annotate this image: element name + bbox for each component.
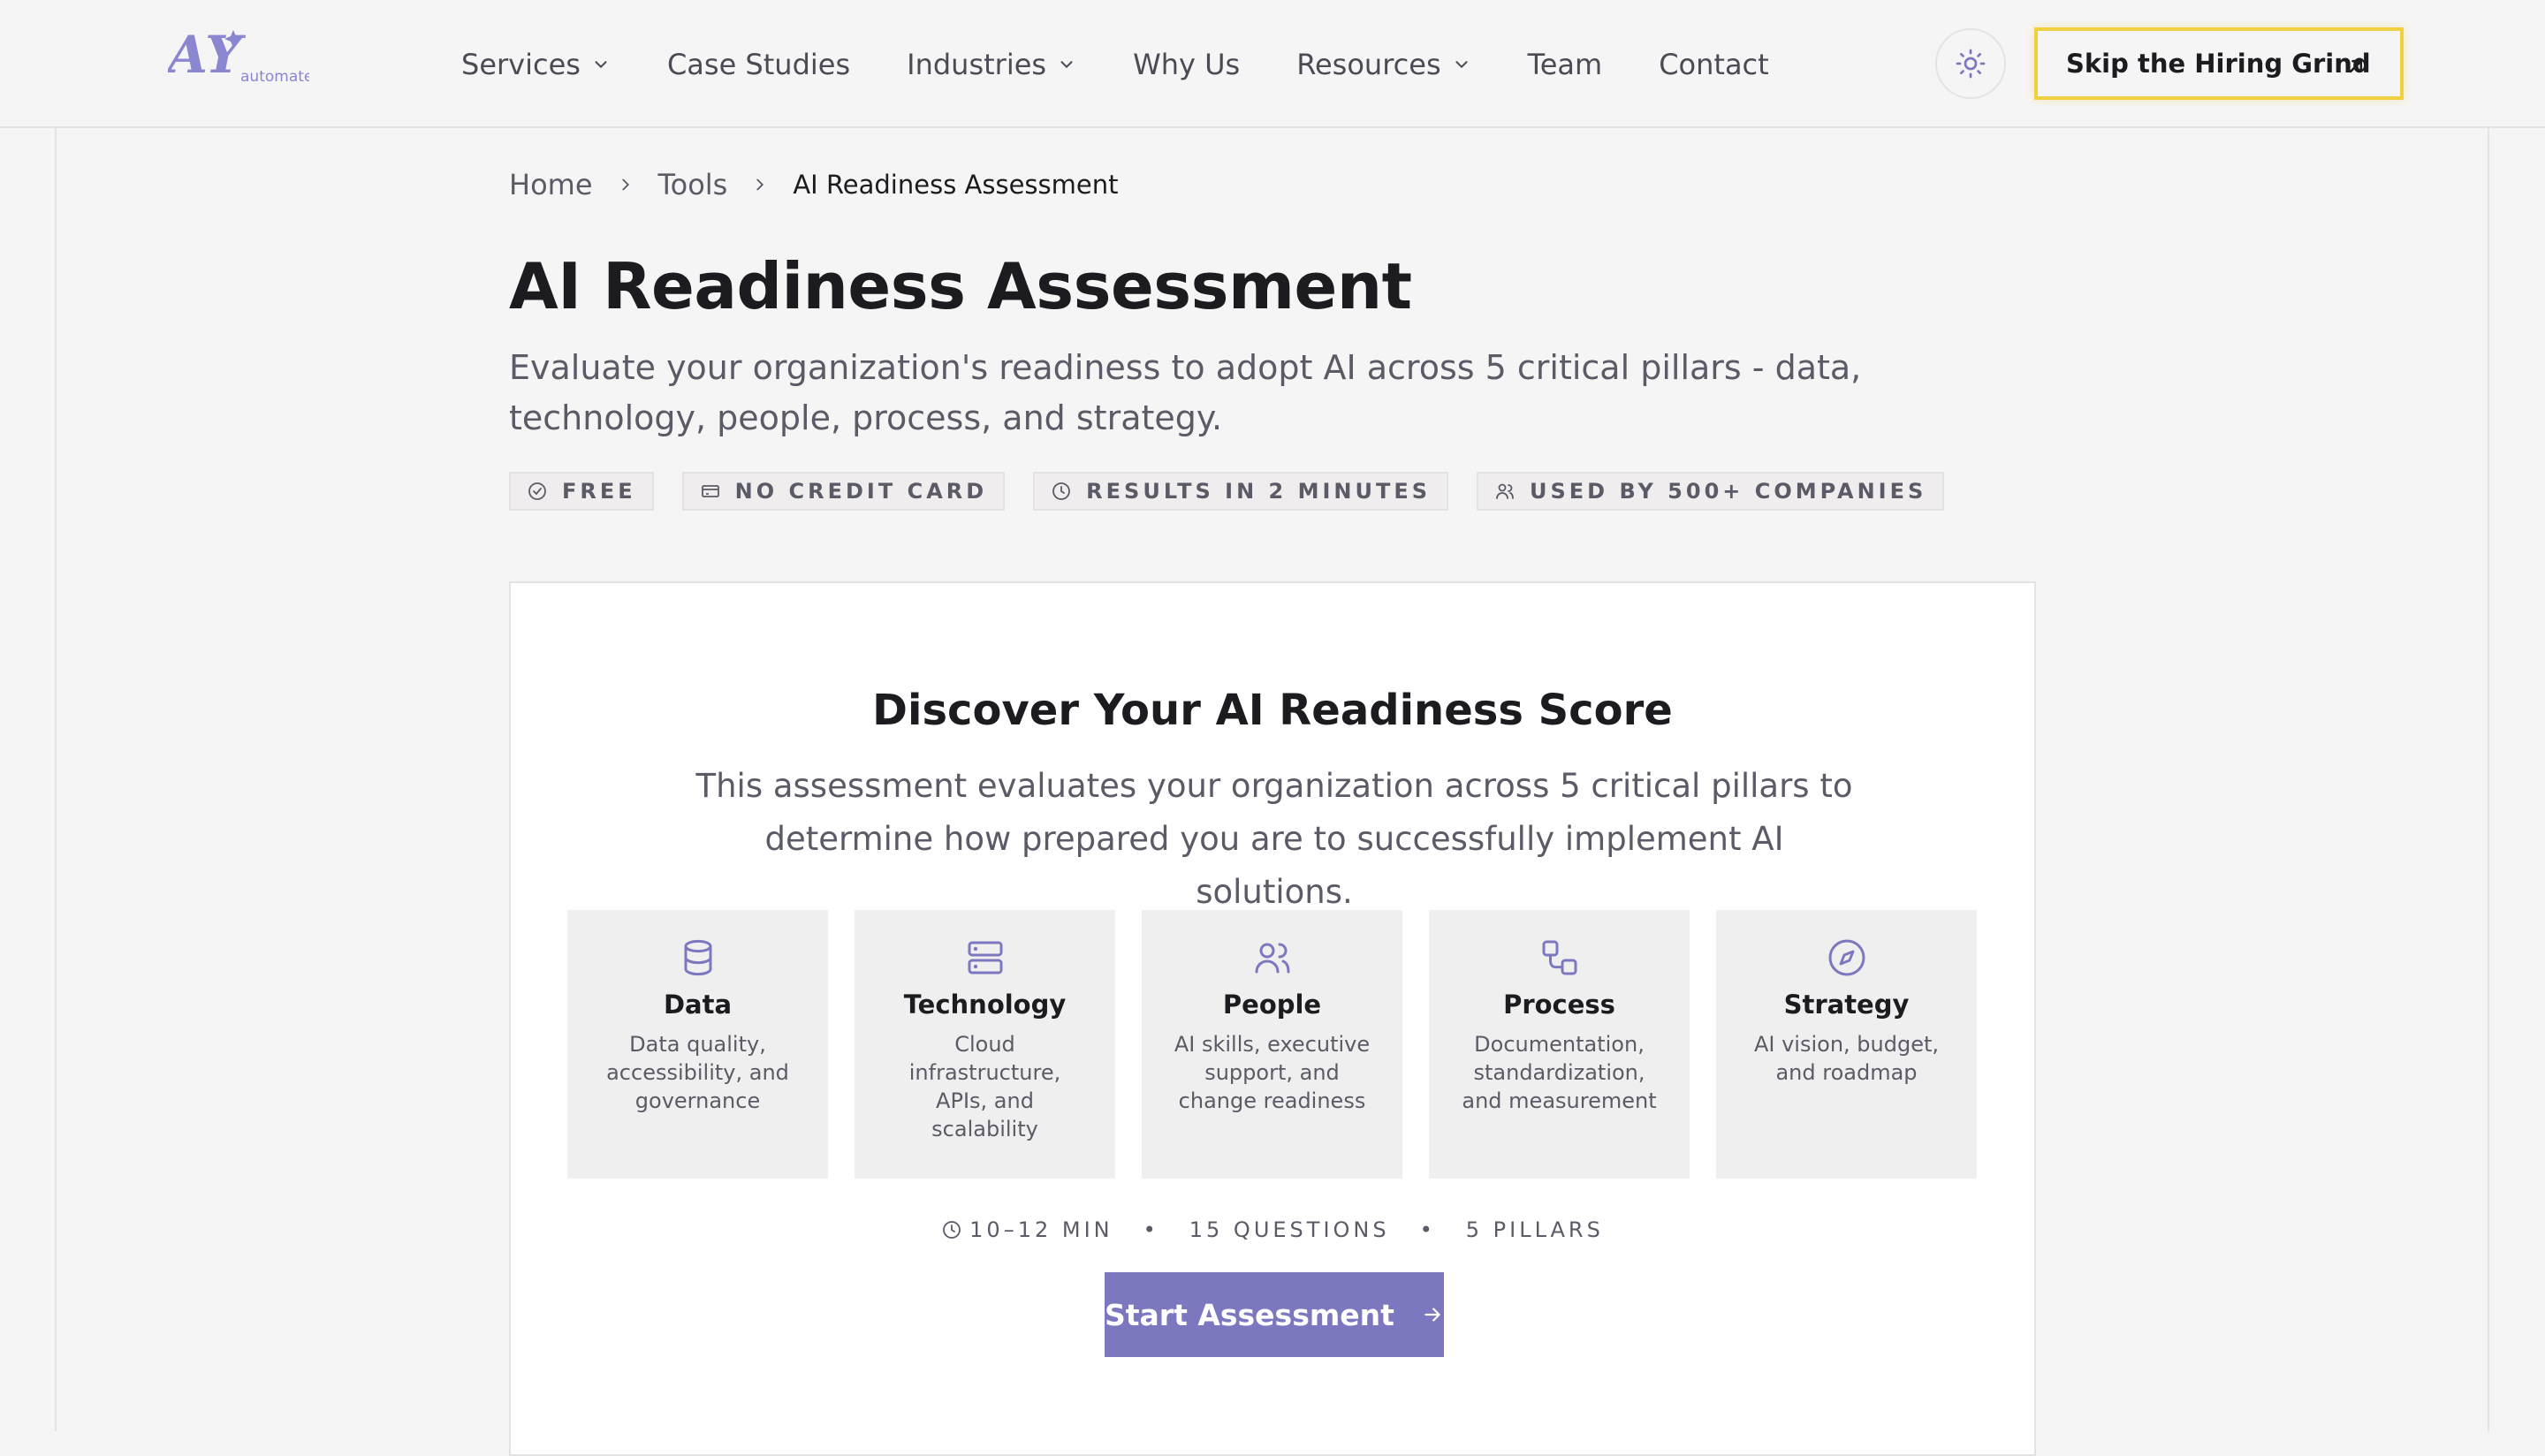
assessment-meta: 10–12 MIN • 15 QUESTIONS • 5 PILLARS	[511, 1217, 2034, 1242]
start-assessment-label: Start Assessment	[1105, 1297, 1394, 1332]
meta-questions: 15 QUESTIONS	[1189, 1217, 1390, 1242]
nav-contact-label: Contact	[1659, 47, 1769, 81]
pillars-grid: Data Data quality, accessibility, and go…	[567, 910, 1977, 1179]
logo-icon: AY automate	[163, 25, 313, 86]
feature-badges: FREE NO CREDIT CARD RESULTS IN 2 MINUTES…	[509, 472, 1972, 511]
nav-team[interactable]: Team	[1528, 48, 1603, 81]
badge-free-label: FREE	[562, 479, 636, 504]
clock-icon	[1052, 482, 1071, 500]
nav-industries-label: Industries	[907, 47, 1047, 81]
badge-results-time-label: RESULTS IN 2 MINUTES	[1086, 479, 1432, 504]
nav-services-label: Services	[461, 47, 581, 81]
pillar-technology: Technology Cloud infrastructure, APIs, a…	[855, 910, 1115, 1179]
nav-why-us[interactable]: Why Us	[1133, 48, 1240, 81]
nav-contact[interactable]: Contact	[1659, 48, 1769, 81]
credit-card-icon	[701, 485, 719, 497]
meta-pillars: 5 PILLARS	[1465, 1217, 1604, 1242]
meta-duration: 10–12 MIN	[969, 1217, 1113, 1242]
page-description: Evaluate your organization's readiness t…	[509, 348, 1862, 437]
pillar-name: Process	[1503, 990, 1615, 1020]
users-icon	[1496, 483, 1514, 499]
left-frame-border	[55, 128, 57, 1431]
compass-icon	[1828, 939, 1865, 976]
pillar-description: AI vision, budget, and roadmap	[1753, 1032, 1940, 1085]
server-icon	[968, 941, 1002, 974]
nav-resources[interactable]: Resources	[1296, 48, 1470, 81]
nav-team-label: Team	[1527, 47, 1603, 81]
assessment-intro-card: Discover Your AI Readiness Score This as…	[509, 581, 2036, 1456]
nav-industries[interactable]: Industries	[907, 48, 1076, 81]
breadcrumb-current: AI Readiness Assessment	[793, 170, 1119, 200]
sun-icon	[1956, 49, 1986, 79]
pillar-data: Data Data quality, accessibility, and go…	[567, 910, 828, 1179]
arrow-right-icon	[1424, 1308, 1440, 1322]
clock-icon	[943, 1221, 961, 1239]
svg-text:automate: automate	[240, 68, 309, 86]
nav-case-studies[interactable]: Case Studies	[667, 48, 850, 81]
chevron-right-icon	[616, 175, 635, 194]
card-title: Discover Your AI Readiness Score	[872, 686, 1673, 735]
pillar-strategy: Strategy AI vision, budget, and roadmap	[1716, 910, 1977, 1179]
pillar-name: Technology	[903, 990, 1067, 1020]
pillar-name: Data	[663, 990, 733, 1020]
badge-results-time: RESULTS IN 2 MINUTES	[1033, 472, 1449, 511]
nav-resources-label: Resources	[1296, 47, 1441, 81]
breadcrumb-tools-link[interactable]: Tools	[658, 168, 728, 201]
arrow-up-right-icon	[2349, 59, 2363, 73]
pillar-process: Process Documentation, standardization, …	[1429, 910, 1690, 1179]
workflow-icon	[1542, 940, 1576, 975]
meta-separator: •	[1143, 1217, 1159, 1242]
chevron-down-icon	[1060, 60, 1073, 68]
pillar-description: Cloud infrastructure, APIs, and scalabil…	[908, 1032, 1061, 1141]
pillar-description: AI skills, executive support, and change…	[1174, 1032, 1371, 1113]
brand-logo[interactable]: AY automate	[163, 25, 313, 88]
badge-no-credit-card: NO CREDIT CARD	[681, 472, 1006, 511]
nav-why-us-label: Why Us	[1133, 47, 1241, 81]
skip-hiring-grind-label: Skip the Hiring Grind	[2066, 49, 2371, 79]
right-frame-border	[2488, 128, 2489, 1431]
pillar-description: Data quality, accessibility, and governa…	[606, 1032, 789, 1113]
main-nav: Services Case Studies Industries Why Us …	[461, 0, 1826, 128]
people-icon	[1255, 943, 1289, 974]
page-title: AI Readiness Assessment	[509, 249, 1412, 323]
nav-services[interactable]: Services	[461, 48, 611, 81]
top-navigation-bar: AY automate Services Case Studies Indust…	[0, 0, 2545, 128]
chevron-right-icon	[750, 175, 770, 194]
breadcrumb: Home Tools AI Readiness Assessment	[509, 168, 1118, 201]
breadcrumb-home-link[interactable]: Home	[509, 168, 593, 201]
badge-used-by: USED BY 500+ COMPANIES	[1477, 472, 1945, 511]
chevron-down-icon	[595, 60, 607, 68]
theme-toggle-button[interactable]	[1935, 28, 2006, 99]
chevron-down-icon	[1455, 60, 1468, 68]
pillar-name: People	[1222, 990, 1322, 1020]
skip-hiring-grind-button[interactable]: Skip the Hiring Grind	[2034, 27, 2404, 100]
pillar-people: People AI skills, executive support, and…	[1142, 910, 1402, 1179]
card-description: This assessment evaluates your organizat…	[695, 767, 1853, 911]
start-assessment-button[interactable]: Start Assessment	[1105, 1272, 1444, 1357]
meta-separator: •	[1419, 1217, 1436, 1242]
badge-no-credit-card-label: NO CREDIT CARD	[734, 479, 988, 504]
pillar-name: Strategy	[1783, 990, 1910, 1020]
pillar-description: Documentation, standardization, and meas…	[1462, 1032, 1657, 1113]
badge-free: FREE	[509, 472, 654, 511]
check-circle-icon	[528, 482, 546, 500]
badge-used-by-label: USED BY 500+ COMPANIES	[1530, 479, 1927, 504]
nav-case-studies-label: Case Studies	[666, 47, 851, 81]
database-icon	[684, 939, 711, 976]
